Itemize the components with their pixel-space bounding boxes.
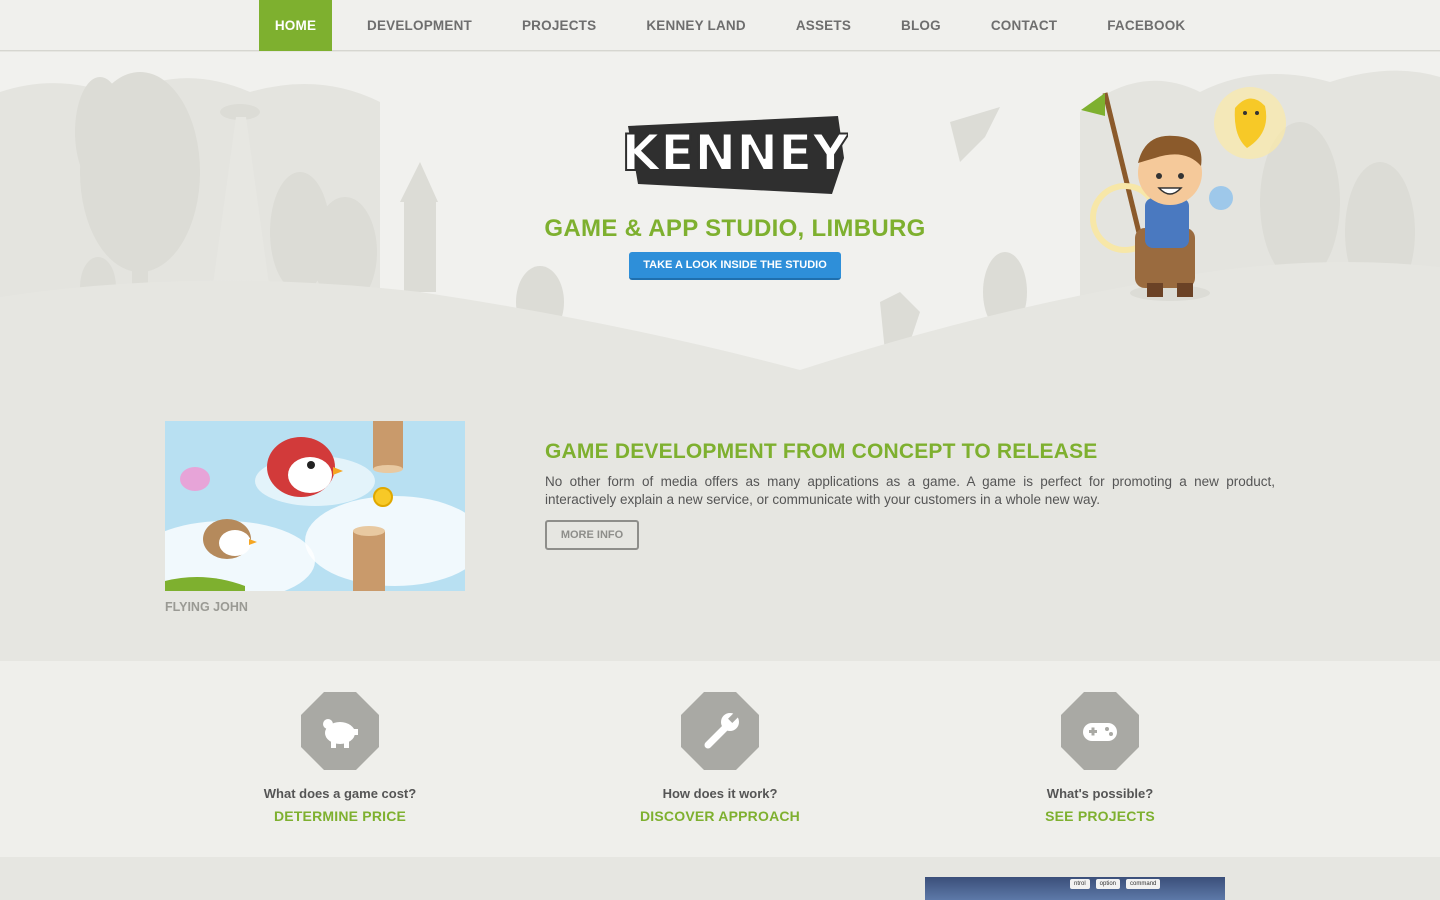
studio-tour-button[interactable]: TAKE A LOOK INSIDE THE STUDIO [629,252,841,280]
feature-description: No other form of media offers as many ap… [545,474,1275,507]
keyboard-key: option [1095,879,1121,889]
nav-item-projects[interactable]: PROJECTS [522,0,596,51]
service-projects: What's possible? SEE PROJECTS [990,691,1210,824]
wrench-icon[interactable] [680,691,760,771]
nav-item-kenney-land[interactable]: KENNEY LAND [646,0,745,51]
keyboard-key: command [1126,879,1161,889]
svg-text:KENNEY: KENNEY [622,124,848,182]
nav-menu: HOME DEVELOPMENT PROJECTS KENNEY LAND AS… [259,0,1185,51]
piggy-bank-icon[interactable] [300,691,380,771]
feature-section: FLYING JOHN GAME DEVELOPMENT FROM CONCEP… [0,382,1440,661]
see-projects-link[interactable]: SEE PROJECTS [990,808,1210,824]
nav-item-development[interactable]: DEVELOPMENT [367,0,472,51]
top-navigation: HOME DEVELOPMENT PROJECTS KENNEY LAND AS… [0,0,1440,51]
hero-section: KENNEY GAME & APP STUDIO, LIMBURG TAKE A… [0,52,1440,382]
feature-title: GAME DEVELOPMENT FROM CONCEPT TO RELEASE [545,440,1098,463]
nav-item-facebook[interactable]: FACEBOOK [1107,0,1185,51]
game-caption: FLYING JOHN [165,600,248,614]
discover-approach-link[interactable]: DISCOVER APPROACH [610,808,830,824]
keyboard-photo: ntrol option command [925,877,1225,900]
nav-item-home[interactable]: HOME [259,0,332,51]
flying-john-screenshot[interactable] [165,421,465,591]
nav-item-blog[interactable]: BLOG [901,0,941,51]
kenney-logo[interactable]: KENNEY [622,114,848,198]
nav-item-assets[interactable]: ASSETS [796,0,851,51]
service-approach: How does it work? DISCOVER APPROACH [610,691,830,824]
determine-price-link[interactable]: DETERMINE PRICE [230,808,450,824]
services-section: What does a game cost? DETERMINE PRICE H… [0,661,1440,857]
keyboard-key: ntrol [1070,879,1090,889]
more-info-button[interactable]: MORE INFO [545,520,639,550]
gamepad-icon[interactable] [1060,691,1140,771]
next-section: ntrol option command [0,857,1440,900]
explorer-character-illustration [1081,87,1286,301]
nav-item-contact[interactable]: CONTACT [991,0,1057,51]
service-price: What does a game cost? DETERMINE PRICE [230,691,450,824]
service-question: How does it work? [662,786,778,801]
service-question: What does a game cost? [263,786,417,801]
service-question: What's possible? [1046,786,1154,801]
